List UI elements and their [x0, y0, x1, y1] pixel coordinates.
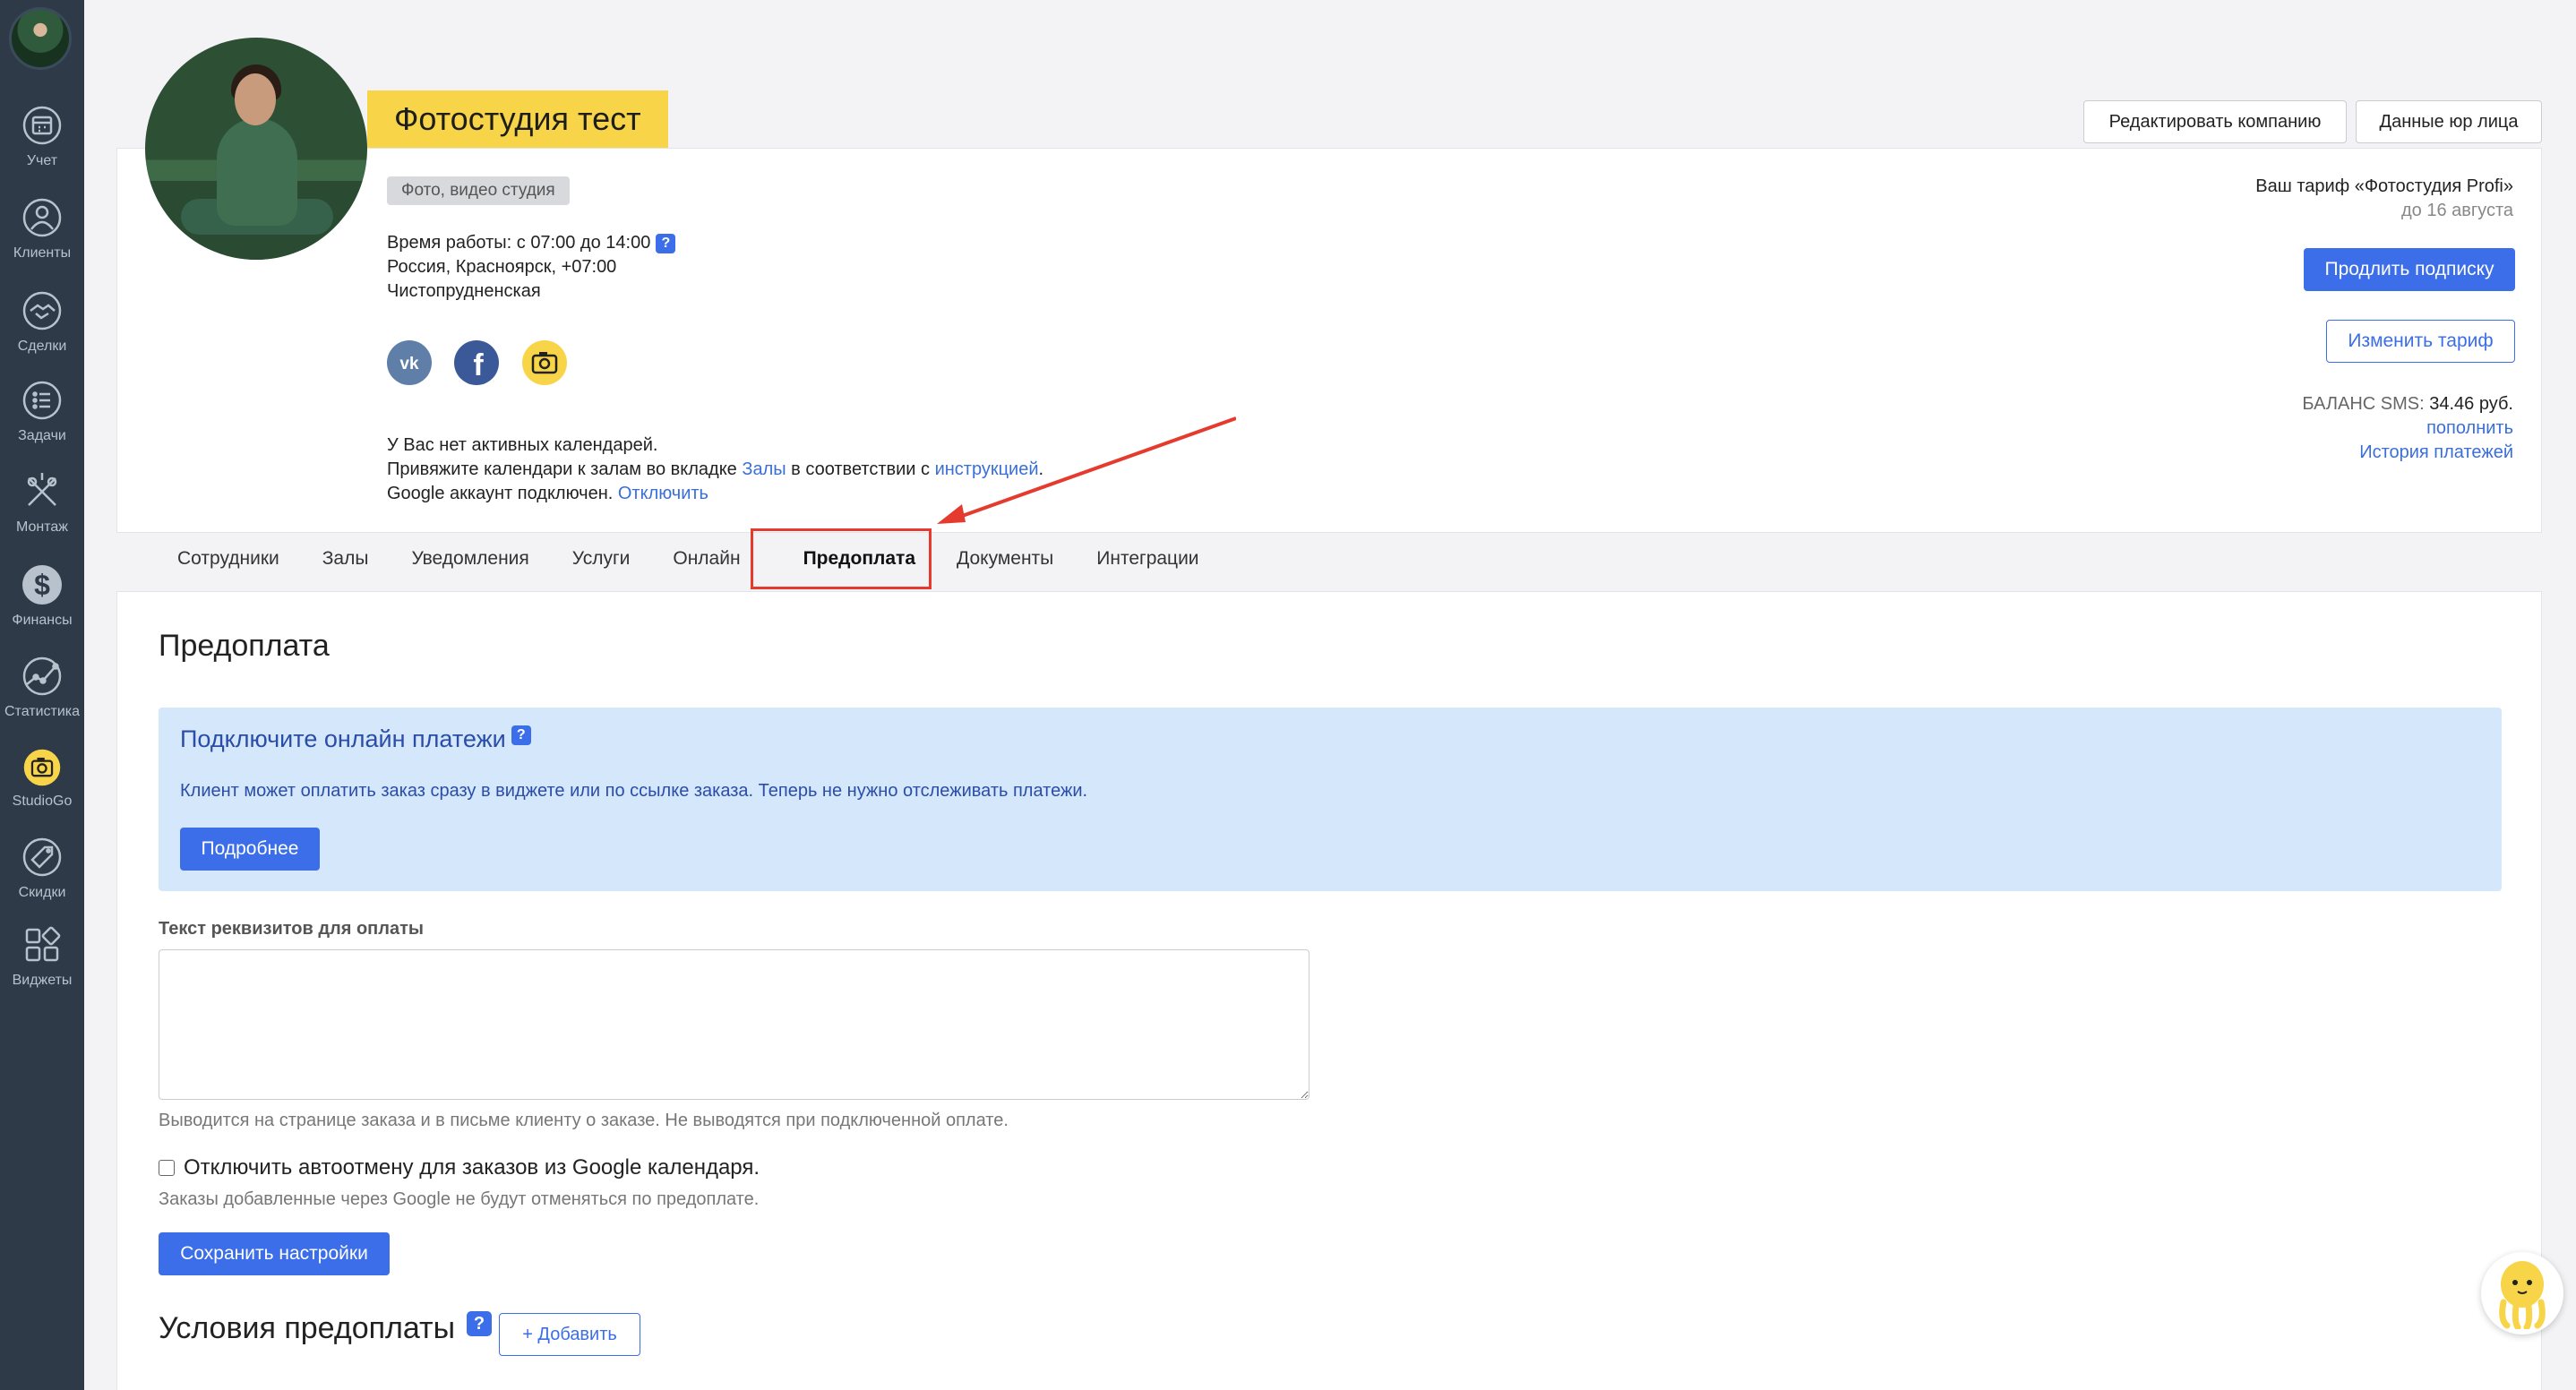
sms-balance: БАЛАНС SMS: 34.46 руб. — [2302, 394, 2513, 414]
sidebar-item-discounts[interactable]: Скидки — [0, 835, 84, 901]
tariff-until: до 16 августа — [2400, 201, 2513, 220]
change-tariff-button[interactable]: Изменить тариф — [2326, 320, 2515, 363]
sidebar-item-editing[interactable]: Монтаж — [0, 469, 84, 536]
vk-icon[interactable]: vk — [387, 340, 432, 385]
help-icon[interactable]: ? — [511, 725, 531, 745]
sidebar: Учет Клиенты Сделки Задачи Монтаж $ Фина… — [0, 0, 84, 1390]
company-avatar[interactable] — [145, 38, 367, 260]
payment-history-link[interactable]: История платежей — [2359, 442, 2513, 463]
chart-icon — [22, 656, 62, 696]
support-chat-mascot-icon[interactable] — [2481, 1252, 2563, 1334]
handshake-icon — [22, 291, 62, 330]
sidebar-item-clients[interactable]: Клиенты — [0, 195, 84, 262]
google-status: Google аккаунт подключен. Отключить — [387, 484, 708, 503]
tab-integrations[interactable]: Интеграции — [1075, 537, 1220, 580]
sale-tag-icon — [22, 837, 62, 877]
calendar-icon — [22, 106, 62, 145]
extend-subscription-button[interactable]: Продлить подписку — [2304, 248, 2515, 291]
tab-halls[interactable]: Залы — [301, 537, 391, 580]
requisites-textarea[interactable] — [159, 949, 1309, 1100]
tasks-icon — [22, 381, 62, 420]
sidebar-item-label: Учет — [26, 153, 58, 168]
edit-company-button[interactable]: Редактировать компанию — [2083, 100, 2347, 143]
company-address: Чистопрудненская — [387, 281, 541, 301]
user-avatar[interactable] — [9, 7, 72, 70]
studiogo-camera-icon — [23, 749, 61, 786]
sidebar-item-label: Статистика — [4, 704, 81, 719]
sidebar-item-studiogo[interactable]: StudioGo — [0, 747, 84, 810]
sidebar-item-label: Задачи — [18, 428, 66, 443]
sidebar-item-label: Сделки — [17, 339, 67, 354]
tab-documents[interactable]: Документы — [957, 537, 1075, 580]
google-disconnect-link[interactable]: Отключить — [618, 484, 708, 503]
sidebar-item-label: Клиенты — [13, 245, 72, 261]
widgets-icon — [25, 926, 61, 962]
top-up-link[interactable]: пополнить — [2426, 418, 2513, 439]
sidebar-item-accounting[interactable]: Учет — [0, 103, 84, 169]
company-location: Россия, Красноярск, +07:00 — [387, 257, 617, 277]
settings-tabs: Сотрудники Залы Уведомления Услуги Онлай… — [116, 537, 1221, 580]
sidebar-item-tasks[interactable]: Задачи — [0, 378, 84, 444]
working-hours: Время работы: с 07:00 до 14:00? — [387, 233, 676, 253]
sidebar-item-label: Виджеты — [12, 973, 73, 988]
autocancel-row: Отключить автоотмену для заказов из Goog… — [159, 1155, 760, 1180]
svg-text:vk: vk — [399, 355, 419, 372]
tab-notifications[interactable]: Уведомления — [390, 537, 550, 580]
tab-highlight-annotation — [751, 528, 932, 589]
edit-tools-icon — [27, 473, 57, 506]
svg-text:$: $ — [34, 569, 50, 601]
sidebar-item-widgets[interactable]: Виджеты — [0, 922, 84, 989]
sidebar-item-label: Монтаж — [16, 519, 68, 535]
page-title: Предоплата — [159, 629, 330, 663]
facebook-icon[interactable]: f — [454, 340, 499, 385]
online-payments-promo: Подключите онлайн платежи? Клиент может … — [159, 708, 2502, 891]
calendar-notice: У Вас нет активных календарей. — [387, 435, 658, 455]
user-icon — [22, 198, 62, 237]
studiogo-icon[interactable] — [522, 340, 567, 385]
category-badge: Фото, видео студия — [387, 176, 570, 205]
promo-text: Клиент может оплатить заказ сразу в видж… — [180, 781, 1088, 801]
tab-employees[interactable]: Сотрудники — [116, 537, 301, 580]
requisites-hint: Выводится на странице заказа и в письме … — [159, 1111, 1009, 1130]
halls-link[interactable]: Залы — [742, 459, 786, 479]
legal-data-button[interactable]: Данные юр лица — [2356, 100, 2542, 143]
annotation-arrow — [937, 416, 1236, 524]
sidebar-item-finance[interactable]: $ Финансы — [0, 562, 84, 629]
promo-title: Подключите онлайн платежи? — [180, 725, 531, 753]
add-condition-button[interactable]: + Добавить — [499, 1313, 640, 1356]
autocancel-label[interactable]: Отключить автоотмену для заказов из Goog… — [184, 1155, 760, 1180]
company-title: Фотостудия тест — [367, 90, 668, 148]
sidebar-item-label: Финансы — [12, 613, 73, 628]
autocancel-hint: Заказы добавленные через Google не будут… — [159, 1189, 760, 1209]
save-settings-button[interactable]: Сохранить настройки — [159, 1232, 390, 1275]
conditions-title: Условия предоплаты — [159, 1311, 456, 1345]
sidebar-item-deals[interactable]: Сделки — [0, 288, 84, 355]
tab-online[interactable]: Онлайн — [651, 537, 761, 580]
help-icon[interactable]: ? — [656, 233, 676, 253]
sidebar-item-label: StudioGo — [12, 794, 73, 809]
dollar-icon: $ — [22, 565, 62, 605]
help-icon[interactable]: ? — [467, 1311, 492, 1336]
tab-services[interactable]: Услуги — [551, 537, 652, 580]
autocancel-checkbox[interactable] — [159, 1160, 175, 1176]
sidebar-item-label: Скидки — [18, 885, 66, 900]
learn-more-button[interactable]: Подробнее — [180, 828, 320, 871]
tariff-label: Ваш тариф «Фотостудия Profi» — [2255, 176, 2513, 196]
svg-text:f: f — [473, 348, 484, 378]
requisites-label: Текст реквизитов для оплаты — [159, 919, 424, 939]
sidebar-item-statistics[interactable]: Статистика — [0, 654, 84, 720]
